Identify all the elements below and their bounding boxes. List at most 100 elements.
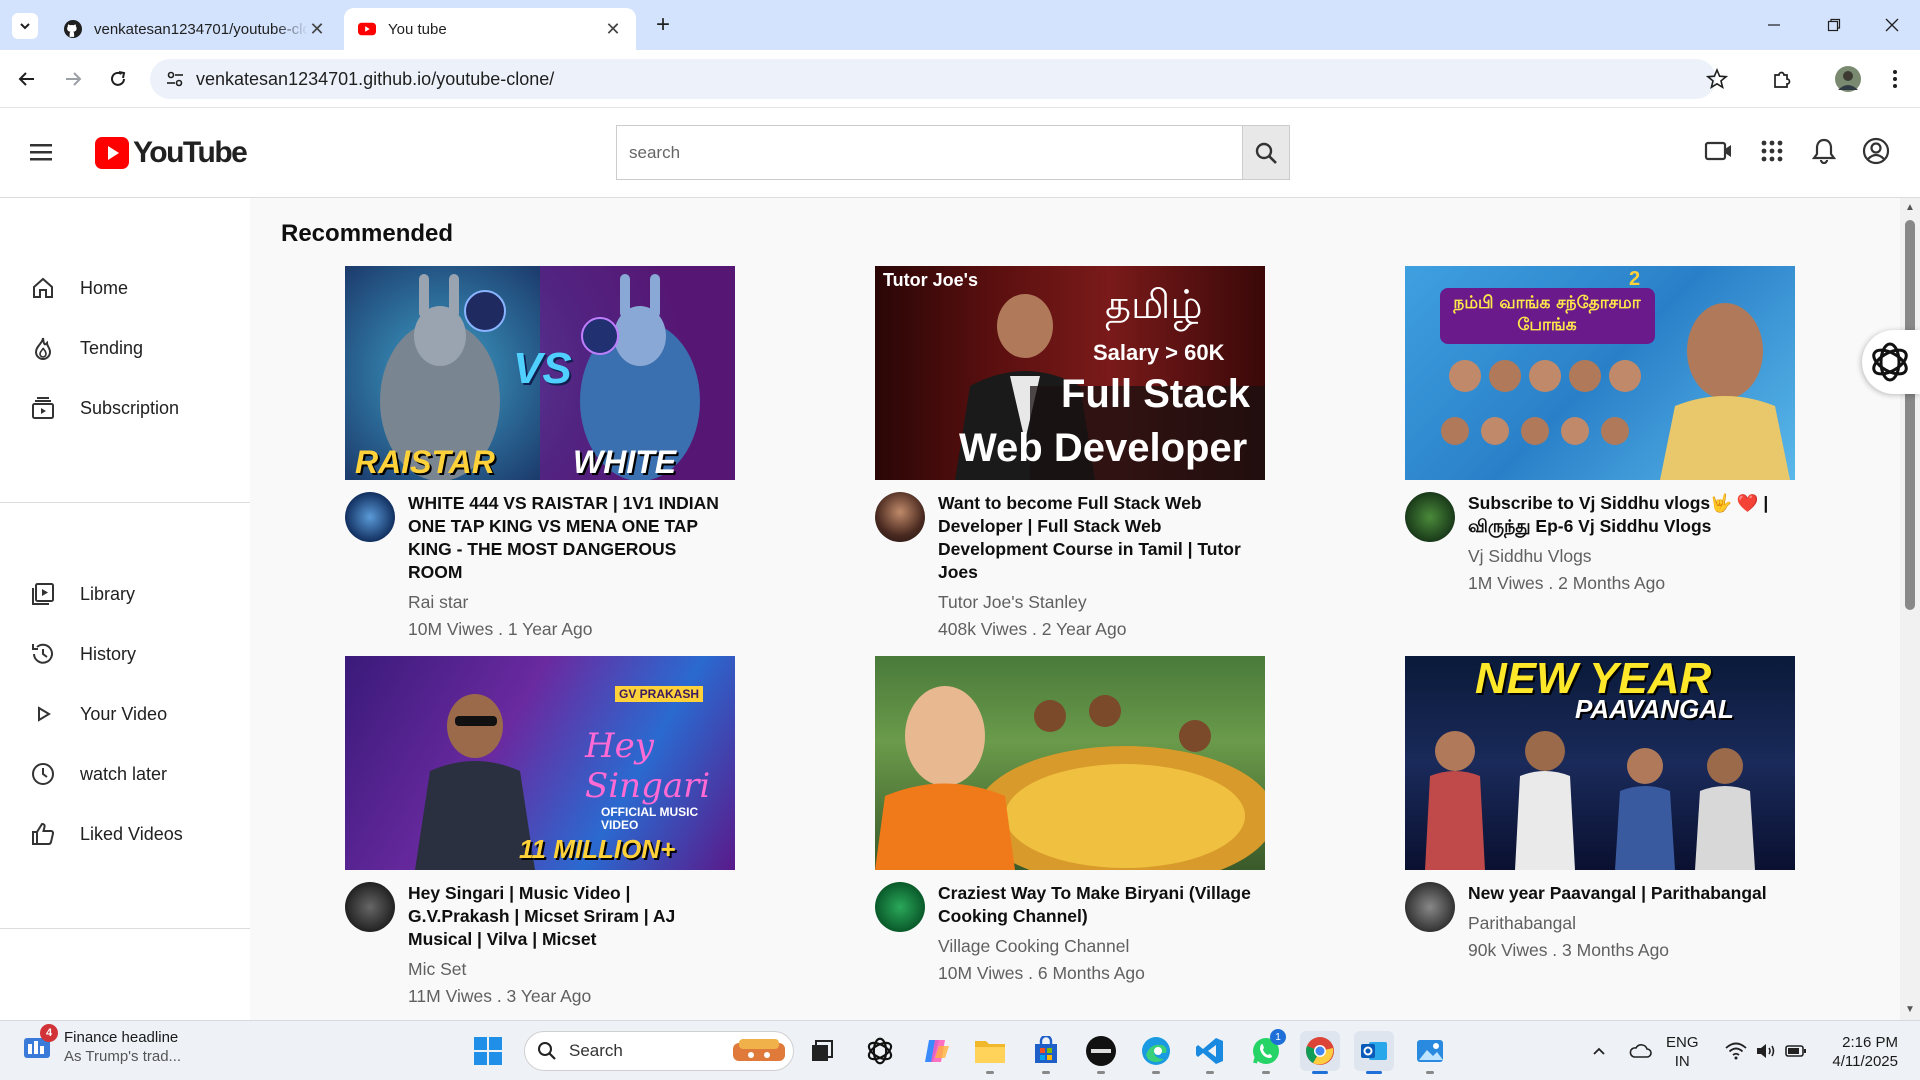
video-thumbnail[interactable]: VS RAISTAR WHITE 444 xyxy=(345,266,735,480)
taskbar-app-vscode[interactable] xyxy=(1192,1033,1228,1069)
scroll-up-arrow[interactable]: ▲ xyxy=(1904,202,1916,214)
video-thumbnail[interactable] xyxy=(875,656,1265,870)
sidebar-item-subscription[interactable]: Subscription xyxy=(30,388,240,428)
video-card[interactable]: VS RAISTAR WHITE 444 WHITE 444 VS RAISTA… xyxy=(345,266,735,640)
notifications-button[interactable] xyxy=(1809,136,1839,166)
hamburger-menu-icon[interactable] xyxy=(28,140,56,164)
tab-search-button[interactable] xyxy=(12,13,38,39)
video-card[interactable]: நம்பி வாங்க சந்தோசமா போங்க 2 Subscribe t… xyxy=(1405,266,1795,594)
search-highlight-icon xyxy=(733,1039,785,1061)
page-scrollbar[interactable]: ▲ ▼ xyxy=(1900,198,1920,1020)
active-indicator xyxy=(1366,1071,1382,1074)
sidebar-item-watch-later[interactable]: watch later xyxy=(30,754,240,794)
close-icon[interactable]: ✕ xyxy=(308,19,326,39)
channel-name[interactable]: Mic Set xyxy=(408,959,735,980)
sidebar-item-trending[interactable]: Tending xyxy=(30,328,240,368)
taskbar-app-photos[interactable] xyxy=(1412,1033,1448,1069)
channel-avatar[interactable] xyxy=(345,882,395,932)
github-icon xyxy=(64,20,82,38)
channel-avatar[interactable] xyxy=(1405,492,1455,542)
profile-avatar[interactable] xyxy=(1833,64,1863,94)
taskbar-app-media[interactable] xyxy=(1083,1033,1119,1069)
account-button[interactable] xyxy=(1861,136,1891,166)
sidebar-item-home[interactable]: Home xyxy=(30,268,240,308)
taskbar-app-edge[interactable] xyxy=(1138,1033,1174,1069)
create-video-button[interactable] xyxy=(1704,136,1734,166)
sidebar-item-library[interactable]: Library xyxy=(30,574,240,614)
main-content: Recommended VS RAISTAR WHITE 444 W xyxy=(250,198,1900,1020)
video-thumbnail[interactable]: GV PRAKASH Hey Singari OFFICIAL MUSIC VI… xyxy=(345,656,735,870)
video-title[interactable]: New year Paavangal | Parithabangal xyxy=(1468,882,1795,905)
browser-menu-button[interactable] xyxy=(1880,64,1910,94)
video-thumbnail[interactable]: NEW YEAR PAAVANGAL xyxy=(1405,656,1795,870)
sidebar-item-history[interactable]: History xyxy=(30,634,240,674)
minimize-button[interactable] xyxy=(1754,10,1794,40)
clock[interactable]: 2:16 PM 4/11/2025 xyxy=(1824,1033,1898,1071)
floating-extension-button[interactable] xyxy=(1862,330,1920,394)
library-icon xyxy=(30,581,56,607)
bookmark-star-icon[interactable] xyxy=(1706,68,1728,90)
restore-button[interactable] xyxy=(1814,10,1854,40)
channel-name[interactable]: Village Cooking Channel xyxy=(938,936,1265,957)
video-card[interactable]: Tutor Joe's தமிழ் Salary > 60K Full Stac… xyxy=(875,266,1265,640)
video-title[interactable]: Subscribe to Vj Siddhu vlogs🤟 ❤️ | விருந… xyxy=(1468,492,1795,538)
taskbar-app-store[interactable] xyxy=(1028,1033,1064,1069)
channel-avatar[interactable] xyxy=(345,492,395,542)
language-indicator[interactable]: ENG IN xyxy=(1666,1033,1699,1071)
sidebar-item-your-video[interactable]: Your Video xyxy=(30,694,240,734)
channel-name[interactable]: Tutor Joe's Stanley xyxy=(938,592,1265,613)
channel-avatar[interactable] xyxy=(875,492,925,542)
close-window-button[interactable] xyxy=(1872,10,1912,40)
site-settings-icon[interactable] xyxy=(164,68,186,90)
back-button[interactable] xyxy=(12,64,42,94)
tray-overflow-button[interactable] xyxy=(1584,1033,1614,1069)
youtube-logo[interactable]: YouTube xyxy=(95,136,248,170)
channel-avatar[interactable] xyxy=(875,882,925,932)
video-thumbnail[interactable]: நம்பி வாங்க சந்தோசமா போங்க 2 xyxy=(1405,266,1795,480)
scrollbar-thumb[interactable] xyxy=(1905,220,1915,610)
close-icon[interactable]: ✕ xyxy=(604,19,622,39)
address-bar[interactable]: venkatesan1234701.github.io/youtube-clon… xyxy=(150,59,1728,99)
new-tab-button[interactable]: + xyxy=(650,11,676,38)
search-button[interactable] xyxy=(1242,125,1290,180)
taskbar-app-chrome[interactable] xyxy=(1300,1031,1340,1071)
scroll-down-arrow[interactable]: ▼ xyxy=(1904,1004,1916,1016)
video-thumbnail[interactable]: Tutor Joe's தமிழ் Salary > 60K Full Stac… xyxy=(875,266,1265,480)
taskbar-app-whatsapp[interactable]: 1 xyxy=(1248,1029,1286,1069)
search-input[interactable] xyxy=(616,125,1242,180)
video-title[interactable]: Want to become Full Stack Web Developer … xyxy=(938,492,1265,584)
taskbar-app-copilot[interactable] xyxy=(918,1033,954,1069)
taskbar-app-chatgpt[interactable] xyxy=(862,1033,898,1069)
video-card[interactable]: GV PRAKASH Hey Singari OFFICIAL MUSIC VI… xyxy=(345,656,735,1007)
news-widget[interactable]: 4 Finance headline As Trump's trad... xyxy=(22,1024,181,1065)
task-view-button[interactable] xyxy=(804,1033,840,1069)
video-title[interactable]: Craziest Way To Make Biryani (Village Co… xyxy=(938,882,1265,928)
forward-button[interactable] xyxy=(58,64,88,94)
tray-onedrive[interactable] xyxy=(1624,1033,1656,1069)
video-stats: 10M Viwes . 6 Months Ago xyxy=(938,963,1145,983)
channel-name[interactable]: Vj Siddhu Vlogs xyxy=(1468,546,1795,567)
tab-github[interactable]: venkatesan1234701/youtube-clone ✕ xyxy=(50,8,340,50)
video-title[interactable]: WHITE 444 VS RAISTAR | 1V1 INDIAN ONE TA… xyxy=(408,492,735,584)
channel-name[interactable]: Rai star xyxy=(408,592,735,613)
video-title[interactable]: Hey Singari | Music Video | G.V.Prakash … xyxy=(408,882,735,951)
extensions-button[interactable] xyxy=(1767,64,1797,94)
taskbar-app-file-explorer[interactable] xyxy=(972,1033,1008,1069)
apps-button[interactable] xyxy=(1757,136,1787,166)
video-card[interactable]: Craziest Way To Make Biryani (Village Co… xyxy=(875,656,1265,984)
sidebar-divider xyxy=(0,502,250,503)
subscription-icon xyxy=(30,395,56,421)
folder-icon xyxy=(975,1041,1005,1063)
sidebar-item-liked-videos[interactable]: Liked Videos xyxy=(30,814,240,854)
tray-quick-settings[interactable] xyxy=(1716,1033,1816,1069)
taskbar-app-outlook[interactable] xyxy=(1354,1031,1394,1071)
video-card[interactable]: NEW YEAR PAAVANGAL New year Paavangal | … xyxy=(1405,656,1795,961)
task-view-icon xyxy=(812,1040,833,1061)
channel-avatar[interactable] xyxy=(1405,882,1455,932)
reload-icon xyxy=(111,71,126,86)
start-button[interactable] xyxy=(470,1033,506,1069)
reload-button[interactable] xyxy=(103,64,133,94)
taskbar-search[interactable]: Search xyxy=(524,1031,794,1071)
tab-youtube[interactable]: You tube ✕ xyxy=(344,8,636,50)
channel-name[interactable]: Parithabangal xyxy=(1468,913,1795,934)
